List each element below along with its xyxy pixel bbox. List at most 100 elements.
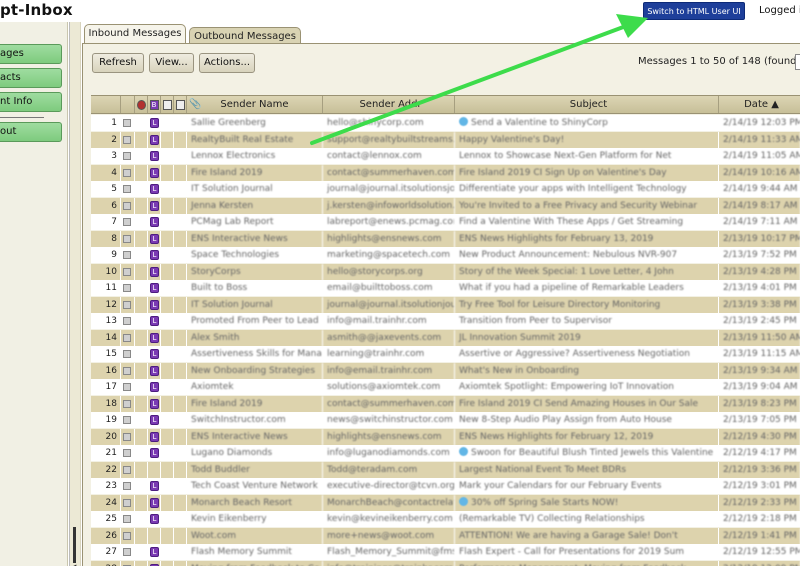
checkbox-icon[interactable] xyxy=(123,482,131,490)
sender-name[interactable]: Promoted From Peer to Lead xyxy=(187,313,323,329)
subject[interactable]: Try Free Tool for Leisure Directory Moni… xyxy=(455,296,719,313)
subject[interactable]: You're Invited to a Free Privacy and Sec… xyxy=(455,197,719,214)
sender-name[interactable]: StoryCorps xyxy=(187,263,323,280)
row-checkbox[interactable] xyxy=(121,379,135,395)
sender-name[interactable]: Space Technologies xyxy=(187,247,323,263)
subject[interactable]: Find a Valentine With These Apps / Get S… xyxy=(455,214,719,230)
sender-addr[interactable]: info@email.trainhr.com xyxy=(323,362,455,379)
row-checkbox[interactable] xyxy=(121,115,135,131)
sender-name[interactable]: Lennox Electronics xyxy=(187,148,323,164)
row-checkbox[interactable] xyxy=(121,164,135,181)
row-checkbox[interactable] xyxy=(121,197,135,214)
subject[interactable]: Fire Island 2019 CI Send Amazing Houses … xyxy=(455,395,719,412)
subject[interactable]: Axiomtek Spotlight: Empowering IoT Innov… xyxy=(455,379,719,395)
sender-addr[interactable]: asmith@@jaxevents.com xyxy=(323,329,455,346)
actions-button[interactable]: Actions... xyxy=(199,53,255,73)
sender-addr[interactable]: info@luganodiamonds.com xyxy=(323,445,455,461)
table-row[interactable]: 20 L ENS Interactive News highlights@ensnew… xyxy=(91,428,800,445)
sender-name[interactable]: Assertiveness Skills for Mana xyxy=(187,346,323,362)
row-checkbox[interactable] xyxy=(121,395,135,412)
checkbox-icon[interactable] xyxy=(123,185,131,193)
col-header-flag[interactable] xyxy=(135,96,148,113)
sender-name[interactable]: Jenna Kersten xyxy=(187,197,323,214)
row-flag[interactable] xyxy=(135,115,148,131)
sender-name[interactable]: Alex Smith xyxy=(187,329,323,346)
checkbox-icon[interactable] xyxy=(123,498,131,507)
row-flag[interactable] xyxy=(135,412,148,428)
row-checkbox[interactable] xyxy=(121,181,135,197)
subject[interactable]: Flash Expert - Call for Presentations fo… xyxy=(455,544,719,560)
sender-name[interactable]: Flash Memory Summit xyxy=(187,544,323,560)
col-header-select[interactable] xyxy=(121,96,135,113)
subject[interactable]: Lennox to Showcase Next-Gen Platform for… xyxy=(455,148,719,164)
checkbox-icon[interactable] xyxy=(123,267,131,276)
col-header-status[interactable] xyxy=(161,96,174,113)
row-checkbox[interactable] xyxy=(121,313,135,329)
col-header-priority[interactable] xyxy=(174,96,187,113)
subject[interactable]: Send a Valentine to ShinyCorp xyxy=(455,115,719,131)
sender-addr[interactable]: MonarchBeach@contactrelay xyxy=(323,494,455,511)
row-checkbox[interactable] xyxy=(121,263,135,280)
table-row[interactable]: 21 L Lugano Diamonds info@luganodiamonds.co… xyxy=(91,445,800,461)
row-flag[interactable] xyxy=(135,494,148,511)
row-flag[interactable] xyxy=(135,461,148,478)
checkbox-icon[interactable] xyxy=(123,416,131,424)
col-header-badge[interactable]: B xyxy=(148,96,161,113)
checkbox-icon[interactable] xyxy=(123,218,131,226)
sender-name[interactable]: Todd Buddler xyxy=(187,461,323,478)
row-flag[interactable] xyxy=(135,478,148,494)
table-row[interactable]: 8 L ENS Interactive News highlights@ensnews… xyxy=(91,230,800,247)
row-flag[interactable] xyxy=(135,230,148,247)
row-checkbox[interactable] xyxy=(121,230,135,247)
row-flag[interactable] xyxy=(135,197,148,214)
table-row[interactable]: 12 L IT Solution Journal journal@journal.it… xyxy=(91,296,800,313)
subject[interactable]: Transition from Peer to Supervisor xyxy=(455,313,719,329)
sender-name[interactable]: IT Solution Journal xyxy=(187,296,323,313)
table-row[interactable]: 5 L IT Solution Journal journal@journal.its… xyxy=(91,181,800,197)
checkbox-icon[interactable] xyxy=(123,317,131,325)
sender-addr[interactable]: j.kersten@infoworldsolution.com xyxy=(323,197,455,214)
table-row[interactable]: 14 L Alex Smith asmith@@jaxevents.com JL Inn… xyxy=(91,329,800,346)
table-row[interactable]: 9 L Space Technologies marketing@spacetech.… xyxy=(91,247,800,263)
tab-outbound-messages[interactable]: Outbound Messages xyxy=(189,27,301,44)
sender-name[interactable]: Kevin Eikenberry xyxy=(187,511,323,527)
checkbox-icon[interactable] xyxy=(123,366,131,375)
table-row[interactable]: 19 L SwitchInstructor.com news@switchinstru… xyxy=(91,412,800,428)
row-checkbox[interactable] xyxy=(121,478,135,494)
sender-name[interactable]: SwitchInstructor.com xyxy=(187,412,323,428)
sender-addr[interactable]: journal@journal.itsolutionjou xyxy=(323,296,455,313)
checkbox-icon[interactable] xyxy=(123,333,131,342)
sender-addr[interactable]: executive-director@tcvn.org xyxy=(323,478,455,494)
row-flag[interactable] xyxy=(135,148,148,164)
row-flag[interactable] xyxy=(135,214,148,230)
col-header-subject[interactable]: Subject xyxy=(455,96,719,113)
sender-addr[interactable]: contact@summerhaven.com xyxy=(323,164,455,181)
checkbox-icon[interactable] xyxy=(123,234,131,243)
row-checkbox[interactable] xyxy=(121,214,135,230)
sender-addr[interactable]: contact@lennox.com xyxy=(323,148,455,164)
sender-addr[interactable]: highlights@ensnews.com xyxy=(323,428,455,445)
table-row[interactable]: 13 L Promoted From Peer to Lead info@mail.t… xyxy=(91,313,800,329)
checkbox-icon[interactable] xyxy=(123,432,131,441)
table-row[interactable]: 10 L StoryCorps hello@storycorps.org Story o… xyxy=(91,263,800,280)
sender-addr[interactable]: support@realtybuiltstreams.com xyxy=(323,131,455,148)
sender-addr[interactable]: solutions@axiomtek.com xyxy=(323,379,455,395)
table-row[interactable]: 25 L Kevin Eikenberry kevin@kevineikenberry… xyxy=(91,511,800,527)
sender-addr[interactable]: Flash_Memory_Summit@fms xyxy=(323,544,455,560)
checkbox-icon[interactable] xyxy=(123,251,131,259)
table-row[interactable]: 3 L Lennox Electronics contact@lennox.com Le… xyxy=(91,148,800,164)
sidebar-item-messages[interactable]: ages xyxy=(0,44,62,64)
checkbox-icon[interactable] xyxy=(123,399,131,408)
subject[interactable]: JL Innovation Summit 2019 xyxy=(455,329,719,346)
table-row[interactable]: 24 L Monarch Beach Resort MonarchBeach@cont… xyxy=(91,494,800,511)
sender-addr[interactable]: email@builttoboss.com xyxy=(323,280,455,296)
sender-addr[interactable]: info@mail.trainhr.com xyxy=(323,313,455,329)
row-flag[interactable] xyxy=(135,428,148,445)
subject[interactable]: Differentiate your apps with Intelligent… xyxy=(455,181,719,197)
tab-inbound-messages[interactable]: Inbound Messages xyxy=(84,24,186,44)
subject[interactable]: Mark your Calendars for our February Eve… xyxy=(455,478,719,494)
row-checkbox[interactable] xyxy=(121,445,135,461)
sender-addr[interactable]: news@switchinstructor.com xyxy=(323,412,455,428)
col-header-date[interactable]: Date ▲ xyxy=(719,96,800,113)
sender-name[interactable]: Fire Island 2019 xyxy=(187,164,323,181)
